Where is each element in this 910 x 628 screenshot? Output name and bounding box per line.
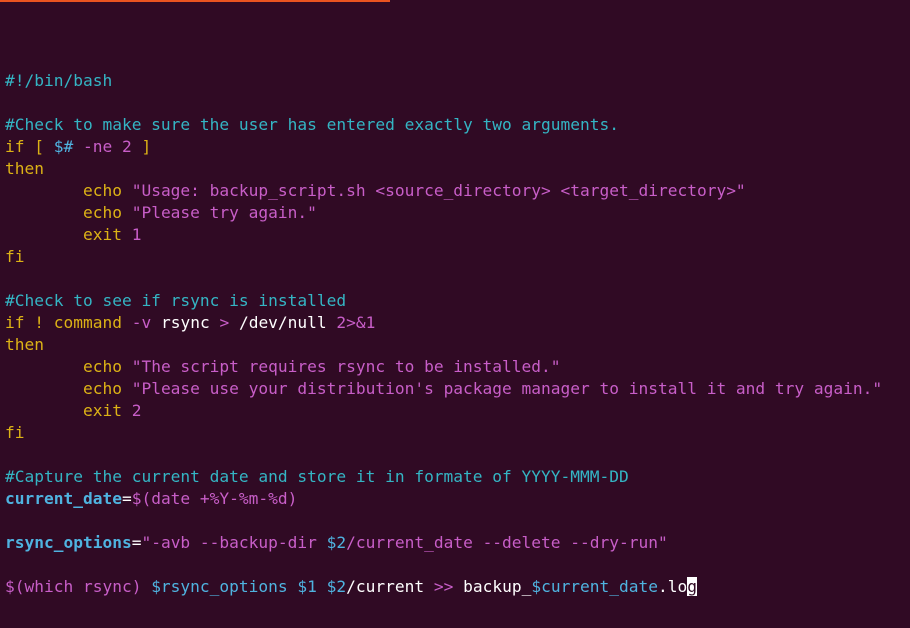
code-line[interactable] (5, 444, 910, 466)
code-line[interactable]: #Check to make sure the user has entered… (5, 114, 910, 136)
code-line[interactable]: #Check to see if rsync is installed (5, 290, 910, 312)
code-token-keyword: fi (5, 423, 25, 442)
code-token-keyword: then (5, 335, 44, 354)
code-line[interactable] (5, 268, 910, 290)
code-line[interactable]: echo "Please use your distribution's pac… (5, 378, 910, 400)
title-accent-bar (0, 0, 390, 2)
code-token-number: 2 (121, 137, 132, 156)
code-token-string: "Please use your distribution's package … (131, 379, 883, 398)
code-token-command: echo (82, 379, 122, 398)
code-token-string: "-avb --backup-dir (141, 533, 327, 552)
code-line[interactable]: exit 2 (5, 400, 910, 422)
code-line[interactable] (5, 554, 910, 576)
code-line[interactable]: current_date=$(date +%Y-%m-%d) (5, 488, 910, 510)
code-token-keyword: if ! (5, 313, 54, 332)
code-token-comment: #!/bin/bash (5, 71, 113, 90)
code-line[interactable]: $(which rsync) $rsync_options $1 $2/curr… (5, 576, 910, 598)
code-line[interactable] (5, 510, 910, 532)
code-token-command: exit (82, 225, 122, 244)
code-token-comment: #Capture the current date and store it i… (5, 467, 629, 486)
code-line[interactable]: #Capture the current date and store it i… (5, 466, 910, 488)
code-token-string: /current_date --delete --dry-run" (346, 533, 668, 552)
code-line[interactable]: exit 1 (5, 224, 910, 246)
code-token-string: "Usage: backup_script.sh <source_directo… (131, 181, 746, 200)
code-token-keyword: fi (5, 247, 25, 266)
code-line[interactable] (5, 92, 910, 114)
code-token-string: "Please try again." (131, 203, 317, 222)
code-token-comment: #Check to make sure the user has entered… (5, 115, 619, 134)
code-token-plain: backup_ (453, 577, 532, 596)
code-token-assign-name: rsync_options (5, 533, 132, 552)
code-token-plain: rsync (151, 313, 220, 332)
code-token-plain: = (121, 489, 132, 508)
code-token-bracket: ] (131, 137, 152, 156)
code-token-redirect: > (219, 313, 230, 332)
code-token-variable: $current_date (531, 577, 659, 596)
code-token-number: 2 (131, 401, 142, 420)
code-line[interactable]: if [ $# -ne 2 ] (5, 136, 910, 158)
code-token-plain: .lo (658, 577, 688, 596)
code-token-command: echo (82, 181, 122, 200)
code-token-string: $(date +%Y-%m-%d) (131, 489, 298, 508)
code-token-variable: $2 (326, 577, 347, 596)
code-token-plain: /dev/null (229, 313, 337, 332)
code-line[interactable]: then (5, 334, 910, 356)
code-token-variable: $# (53, 137, 74, 156)
code-token-keyword: if [ (5, 137, 54, 156)
code-token-string: "The script requires rsync to be install… (131, 357, 561, 376)
code-line[interactable]: fi (5, 422, 910, 444)
code-line[interactable]: if ! command -v rsync > /dev/null 2>&1 (5, 312, 910, 334)
code-token-option: -v (121, 313, 152, 332)
code-token-option: -ne (73, 137, 122, 156)
code-token-comment: #Check to see if rsync is installed (5, 291, 347, 310)
code-token-keyword: then (5, 159, 44, 178)
code-line[interactable]: echo "Usage: backup_script.sh <source_di… (5, 180, 910, 202)
code-line[interactable]: echo "Please try again." (5, 202, 910, 224)
code-token-command: echo (82, 357, 122, 376)
code-token-redirect: >> (433, 577, 454, 596)
code-line[interactable]: then (5, 158, 910, 180)
code-token-plain: /current (346, 577, 434, 596)
code-line[interactable]: echo "The script requires rsync to be in… (5, 356, 910, 378)
code-line[interactable]: rsync_options="-avb --backup-dir $2/curr… (5, 532, 910, 554)
code-line[interactable]: fi (5, 246, 910, 268)
code-area[interactable]: #!/bin/bash #Check to make sure the user… (5, 70, 910, 598)
code-line[interactable]: #!/bin/bash (5, 70, 910, 92)
code-token-variable: $1 (297, 577, 317, 596)
code-token-plain: = (131, 533, 142, 552)
code-token-assign-name: current_date (5, 489, 122, 508)
code-token-string: $(which rsync) (5, 577, 152, 596)
code-token-command: command (53, 313, 122, 332)
terminal-editor[interactable]: #!/bin/bash #Check to make sure the user… (0, 0, 910, 628)
code-token-number: 1 (131, 225, 142, 244)
code-token-variable: $2 (326, 533, 347, 552)
text-cursor: g (687, 577, 698, 596)
code-token-redirect: 2>&1 (336, 313, 376, 332)
code-token-variable: $rsync_options (151, 577, 288, 596)
code-token-command: exit (82, 401, 122, 420)
code-token-command: echo (82, 203, 122, 222)
